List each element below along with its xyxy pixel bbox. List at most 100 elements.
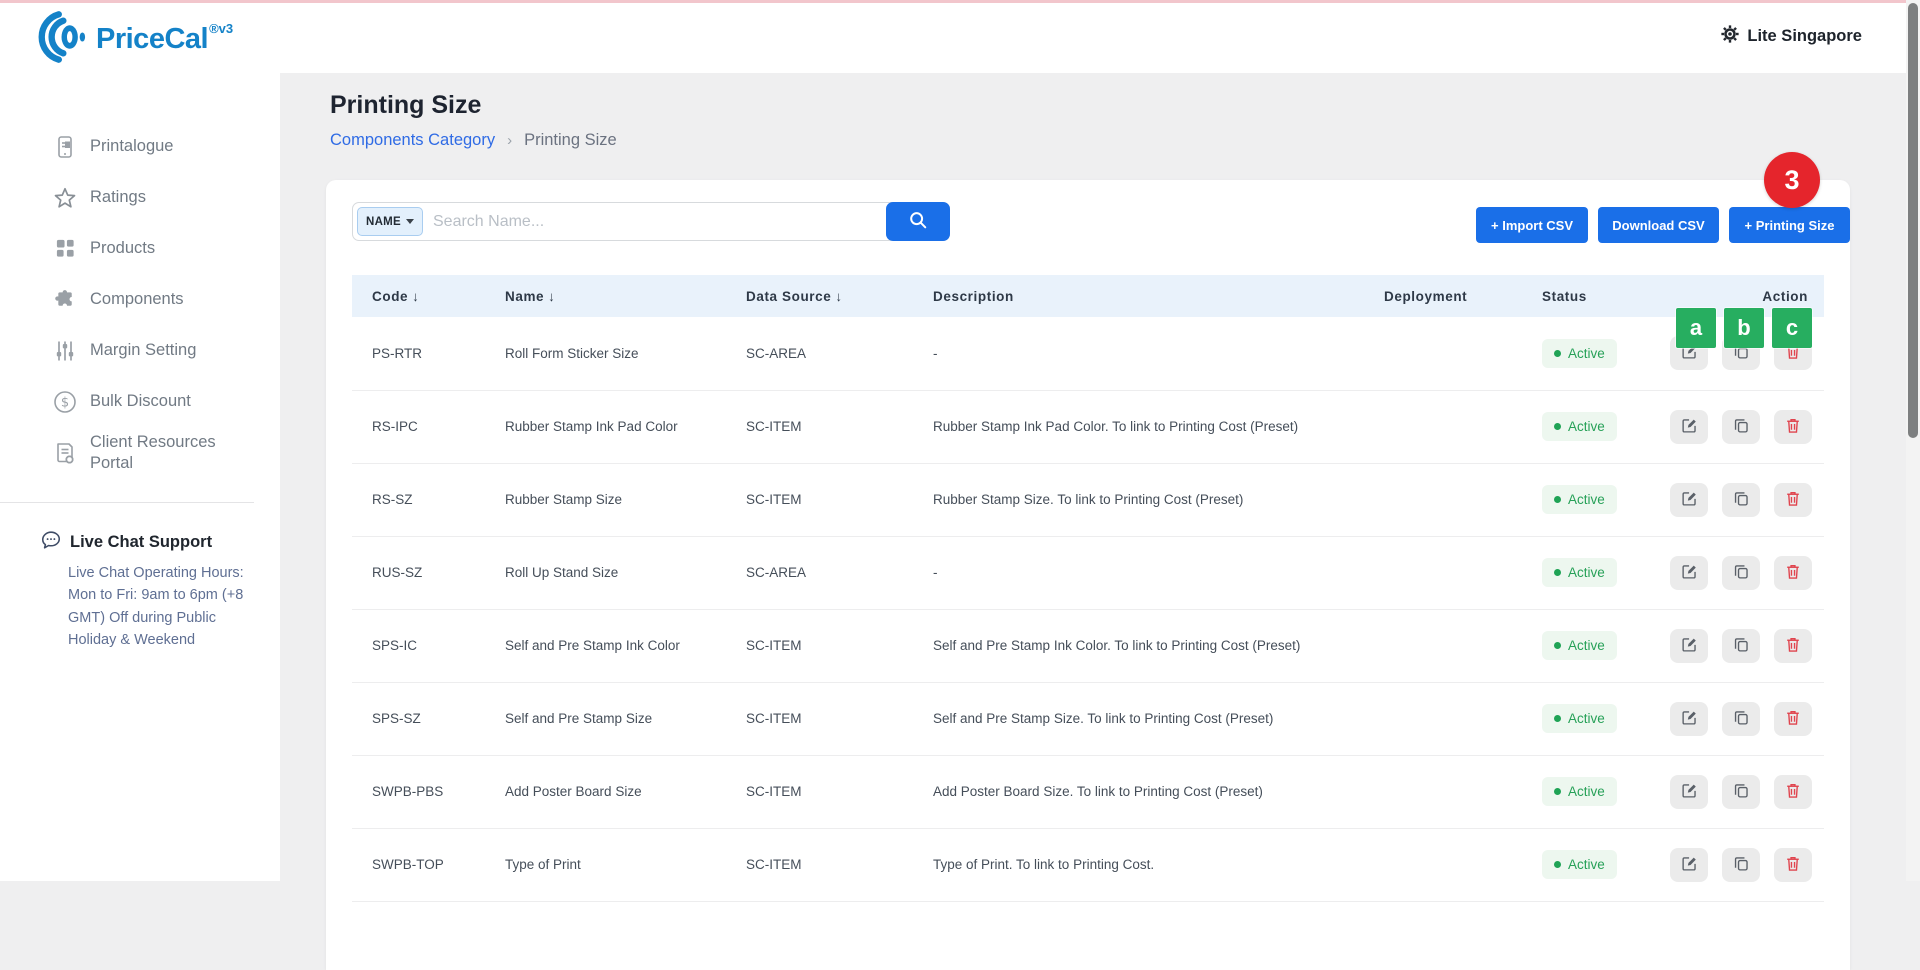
breadcrumb: Components Category › Printing Size [330, 131, 617, 150]
cell-status: Active [1522, 390, 1655, 463]
column-header-data-source[interactable]: Data Source↓ [726, 275, 913, 317]
sidebar: Printalogue Ratings Products [0, 73, 280, 881]
trash-icon [1785, 782, 1801, 802]
delete-button[interactable] [1774, 848, 1812, 882]
status-dot-icon [1554, 788, 1561, 795]
cell-actions [1655, 463, 1824, 536]
delete-button[interactable] [1774, 410, 1812, 444]
status-badge: Active [1542, 412, 1617, 441]
cell-name: Add Poster Board Size [485, 755, 726, 828]
table-row: SWPB-PBS Add Poster Board Size SC-ITEM A… [352, 755, 1824, 828]
edit-button[interactable] [1670, 483, 1708, 517]
cell-deployment [1364, 390, 1522, 463]
status-dot-icon [1554, 569, 1561, 576]
edit-icon [1681, 709, 1698, 729]
copy-button[interactable] [1722, 629, 1760, 663]
search-bar: NAME [352, 202, 950, 241]
grid-icon [52, 238, 78, 259]
copy-button[interactable] [1722, 702, 1760, 736]
copy-button[interactable] [1722, 556, 1760, 590]
edit-button[interactable] [1670, 410, 1708, 444]
live-chat-title: Live Chat Support [70, 533, 212, 552]
column-header-name[interactable]: Name↓ [485, 275, 726, 317]
cell-code: SWPB-TOP [352, 828, 485, 901]
sidebar-item-margin-setting[interactable]: Margin Setting [0, 325, 280, 376]
edit-button[interactable] [1670, 848, 1708, 882]
copy-icon [1733, 855, 1750, 875]
edit-icon [1681, 563, 1698, 583]
sidebar-item-products[interactable]: Products [0, 223, 280, 274]
status-badge: Active [1542, 631, 1617, 660]
copy-button[interactable] [1722, 848, 1760, 882]
edit-icon [1681, 855, 1698, 875]
breadcrumb-current: Printing Size [524, 131, 617, 150]
delete-button[interactable] [1774, 483, 1812, 517]
sidebar-item-ratings[interactable]: Ratings [0, 172, 280, 223]
chevron-down-icon [406, 219, 414, 224]
sidebar-item-label: Components [90, 289, 184, 310]
trash-icon [1785, 490, 1801, 510]
puzzle-icon [52, 288, 78, 311]
edit-button[interactable] [1670, 629, 1708, 663]
cell-code: SPS-SZ [352, 682, 485, 755]
delete-button[interactable] [1774, 629, 1812, 663]
cell-name: Self and Pre Stamp Ink Color [485, 609, 726, 682]
sidebar-item-components[interactable]: Components [0, 274, 280, 325]
sort-down-icon: ↓ [412, 289, 419, 304]
delete-button[interactable] [1774, 702, 1812, 736]
status-dot-icon [1554, 861, 1561, 868]
edit-button[interactable] [1670, 702, 1708, 736]
column-header-code[interactable]: Code↓ [352, 275, 485, 317]
cell-code: RUS-SZ [352, 536, 485, 609]
svg-text:$: $ [61, 395, 69, 410]
copy-button[interactable] [1722, 483, 1760, 517]
sidebar-item-label: Bulk Discount [90, 391, 191, 412]
status-dot-icon [1554, 423, 1561, 430]
copy-icon [1733, 709, 1750, 729]
document-icon [52, 441, 78, 465]
cell-deployment [1364, 755, 1522, 828]
cell-name: Self and Pre Stamp Size [485, 682, 726, 755]
copy-button[interactable] [1722, 775, 1760, 809]
cell-status: Active [1522, 755, 1655, 828]
workspace-label: Lite Singapore [1747, 27, 1862, 46]
page-title: Printing Size [330, 91, 481, 120]
copy-button[interactable] [1722, 410, 1760, 444]
workspace-selector[interactable]: Lite Singapore [1721, 0, 1862, 73]
search-input[interactable] [433, 213, 879, 231]
scrollbar-thumb[interactable] [1908, 3, 1918, 438]
annotation-badge-3: 3 [1764, 152, 1820, 208]
breadcrumb-separator: › [507, 132, 512, 149]
search-button[interactable] [886, 202, 950, 241]
cell-status: Active [1522, 317, 1655, 390]
status-badge: Active [1542, 558, 1617, 587]
import-csv-button[interactable]: + Import CSV [1476, 207, 1588, 243]
star-icon [52, 186, 78, 210]
search-icon [908, 210, 928, 233]
sidebar-item-bulk-discount[interactable]: $ Bulk Discount [0, 376, 280, 427]
cell-name: Type of Print [485, 828, 726, 901]
annotation-label-b: b [1724, 308, 1764, 348]
sidebar-item-label: Products [90, 238, 155, 259]
top-accent-line [0, 0, 1920, 3]
delete-button[interactable] [1774, 775, 1812, 809]
add-printing-size-button[interactable]: + Printing Size [1729, 207, 1850, 243]
search-field-dropdown[interactable]: NAME [357, 207, 423, 236]
trash-icon [1785, 636, 1801, 656]
edit-button[interactable] [1670, 775, 1708, 809]
edit-button[interactable] [1670, 556, 1708, 590]
main-content: Printing Size Components Category › Prin… [280, 73, 1920, 881]
breadcrumb-parent-link[interactable]: Components Category [330, 131, 495, 150]
content-card: NAME + Import CSV Download CSV + Printin… [326, 180, 1850, 970]
page-scrollbar[interactable] [1906, 0, 1920, 881]
download-csv-button[interactable]: Download CSV [1598, 207, 1719, 243]
copy-icon [1733, 417, 1750, 437]
trash-icon [1785, 563, 1801, 583]
cell-deployment [1364, 317, 1522, 390]
sidebar-item-printalogue[interactable]: Printalogue [0, 121, 280, 172]
sidebar-item-client-resources[interactable]: Client Resources Portal [0, 427, 280, 478]
annotation-label-a: a [1676, 308, 1716, 348]
logo-text: PriceCal [96, 23, 208, 55]
sidebar-item-label: Ratings [90, 187, 146, 208]
delete-button[interactable] [1774, 556, 1812, 590]
